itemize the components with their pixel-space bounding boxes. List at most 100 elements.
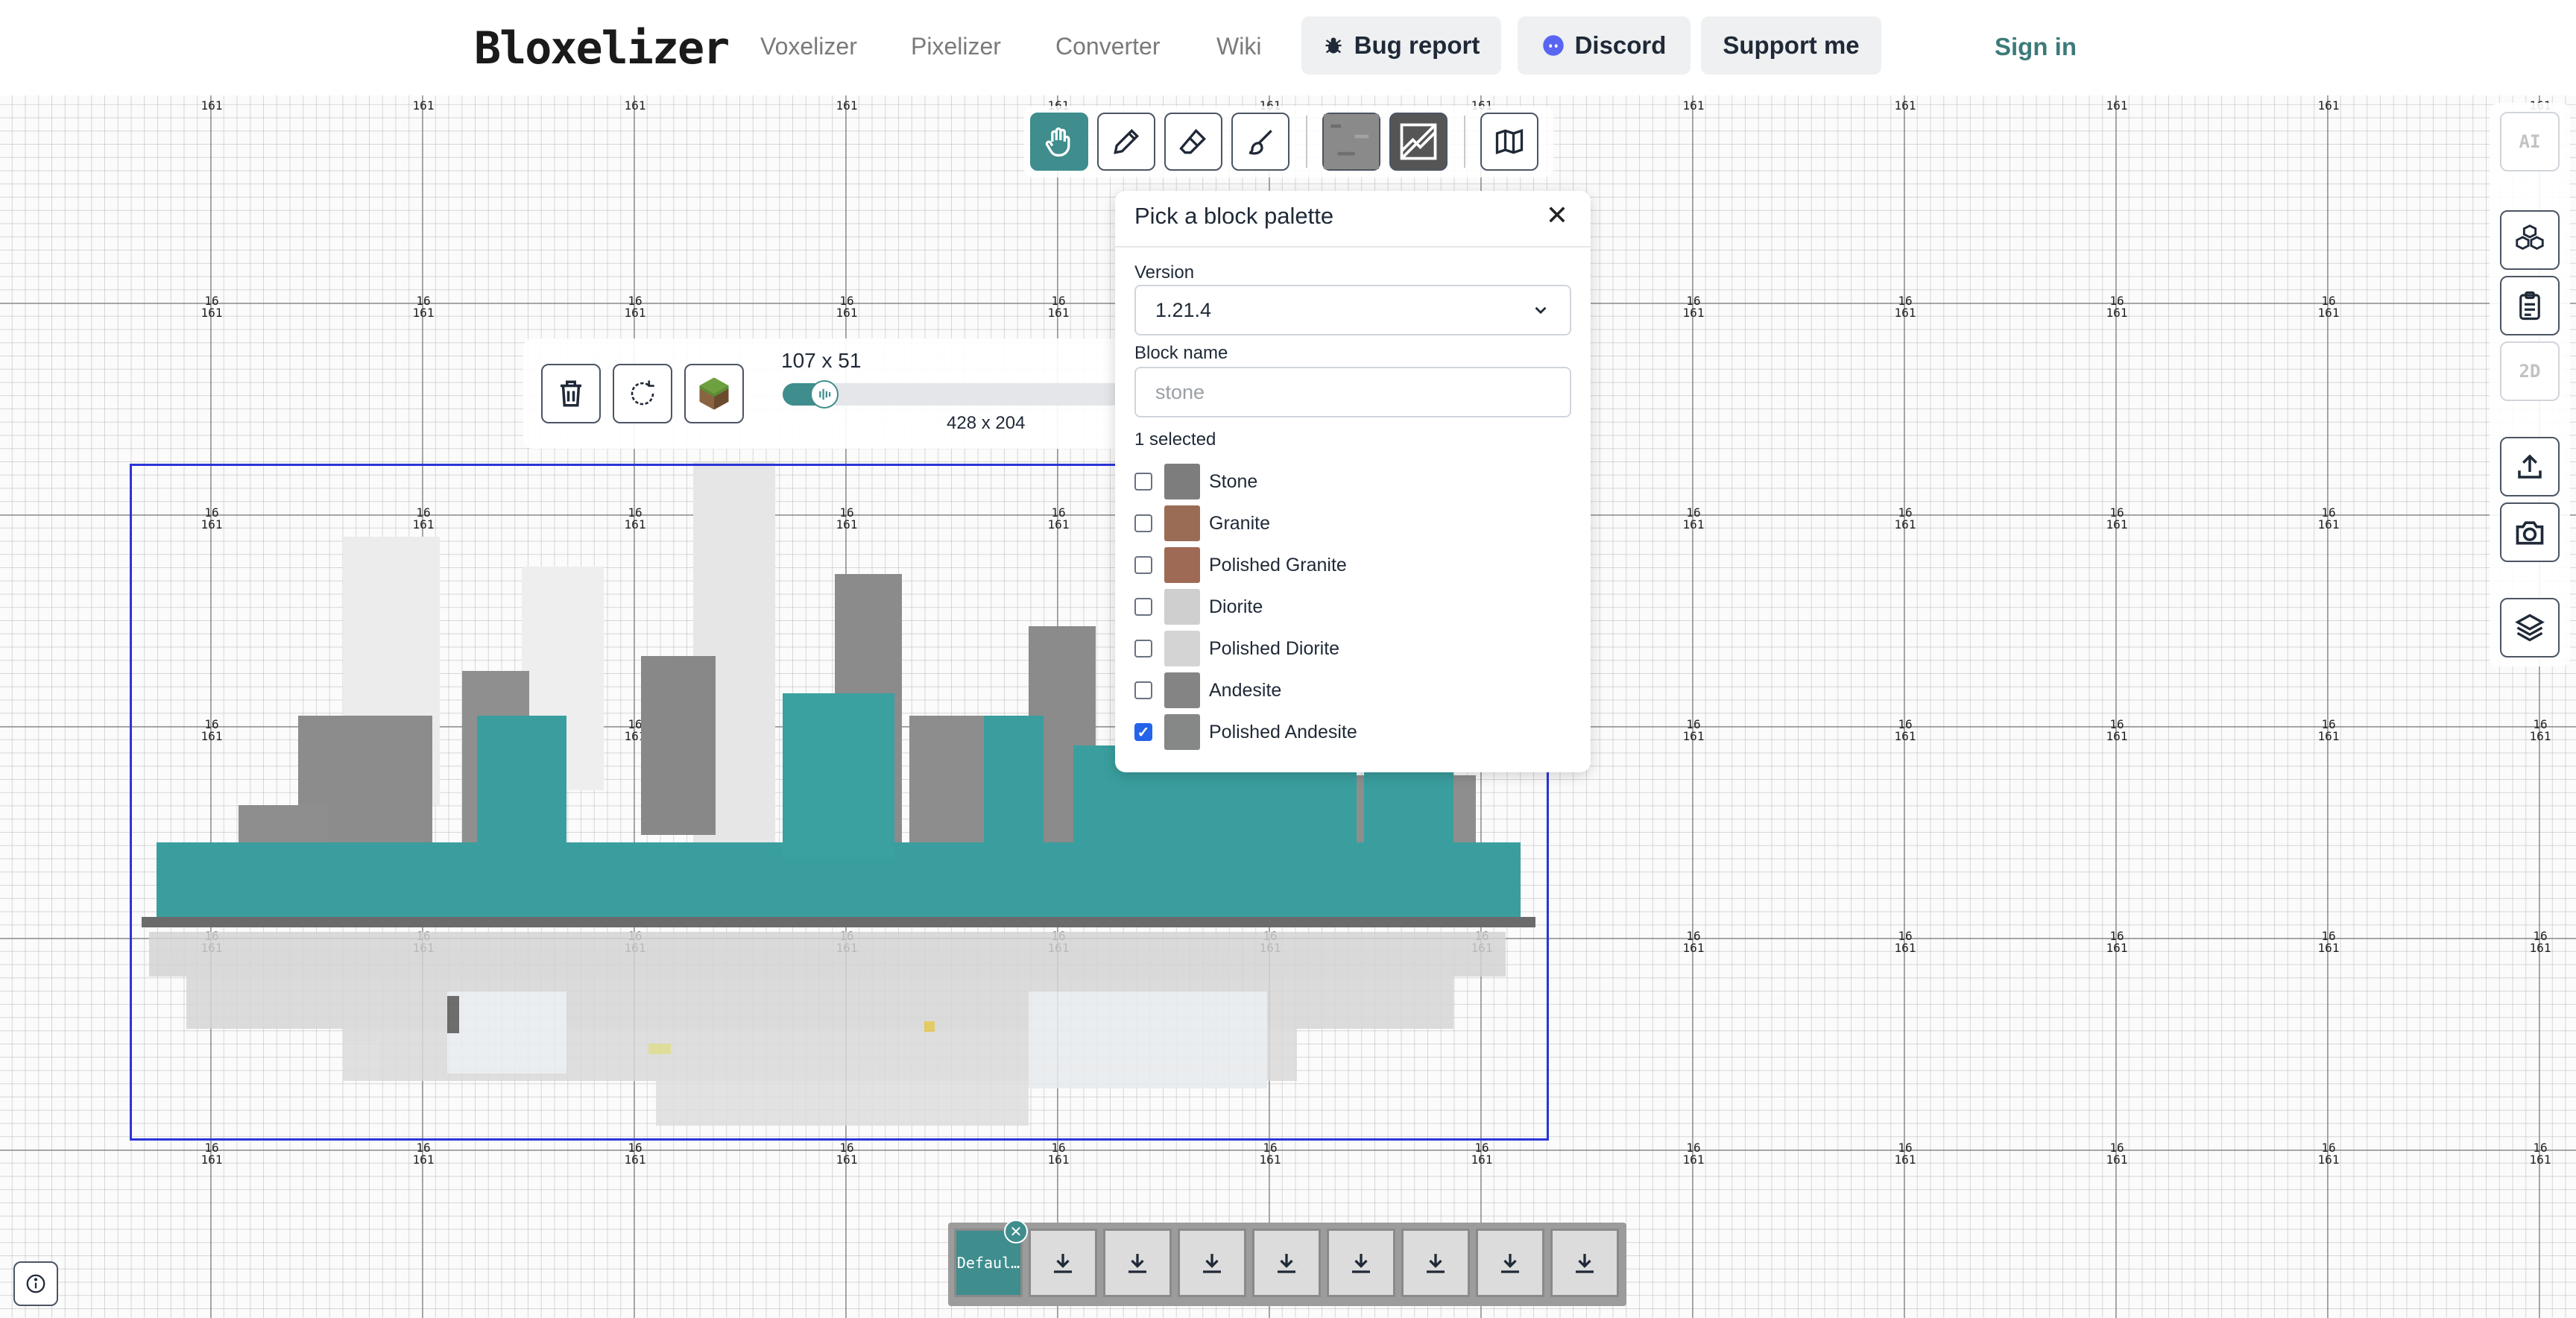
block-swatch	[1164, 631, 1200, 666]
camera-button[interactable]	[2500, 502, 2560, 562]
remove-slot-button[interactable]: ✕	[1004, 1220, 1028, 1243]
dark-texture-button[interactable]	[1389, 113, 1448, 171]
brush-tool-button[interactable]	[1231, 113, 1289, 171]
version-select[interactable]: 1.21.4	[1134, 285, 1571, 335]
download-icon	[1203, 1254, 1221, 1273]
list-item[interactable]: ✓ Polished Andesite	[1134, 713, 1357, 751]
download-slot[interactable]	[1401, 1229, 1470, 1297]
checkbox[interactable]	[1134, 598, 1152, 616]
nav-wiki[interactable]: Wiki	[1216, 33, 1261, 60]
cubes-icon	[2516, 224, 2544, 250]
list-item[interactable]: Polished Diorite	[1134, 629, 1339, 668]
checkbox[interactable]	[1134, 640, 1152, 658]
nav-converter[interactable]: Converter	[1055, 33, 1161, 60]
nav-voxelizer[interactable]: Voxelizer	[760, 33, 857, 60]
block-swatch	[1164, 505, 1200, 541]
block-name-input[interactable]: stone	[1134, 367, 1571, 417]
block-list: Stone Granite Polished Granite Diorite P…	[1134, 462, 1571, 759]
build-dimensions: 107 x 51	[781, 349, 862, 372]
version-label: Version	[1134, 262, 1195, 283]
list-item[interactable]: Polished Granite	[1134, 546, 1347, 584]
stone-texture-button[interactable]	[1322, 113, 1380, 171]
dark-texture-icon	[1400, 123, 1437, 160]
eraser-tool-button[interactable]	[1164, 113, 1222, 171]
download-slot[interactable]	[1103, 1229, 1172, 1297]
discord-icon	[1542, 35, 1564, 56]
version-value: 1.21.4	[1155, 298, 1212, 321]
checkbox[interactable]	[1134, 556, 1152, 574]
info-button[interactable]	[13, 1261, 58, 1306]
download-slot[interactable]	[1252, 1229, 1321, 1297]
block-label: Stone	[1209, 470, 1258, 492]
download-slot[interactable]	[1550, 1229, 1619, 1297]
hand-tool-button[interactable]	[1030, 113, 1088, 171]
palette-title: Pick a block palette	[1134, 203, 1334, 229]
bug-icon	[1325, 37, 1342, 54]
list-item[interactable]: Granite	[1134, 504, 1270, 543]
rotate-icon	[631, 380, 654, 406]
pencil-tool-button[interactable]	[1097, 113, 1155, 171]
stone-texture-icon	[1324, 114, 1379, 169]
grass-block-icon	[699, 377, 729, 410]
cubes-button[interactable]	[2500, 210, 2560, 270]
upload-icon	[2518, 454, 2542, 479]
camera-icon	[2516, 521, 2544, 545]
block-button[interactable]	[684, 364, 744, 423]
map-button[interactable]	[1480, 113, 1538, 171]
view-2d-label: 2D	[2519, 361, 2541, 382]
palette-slots: Defaul…	[948, 1223, 1626, 1306]
chevron-down-icon	[1535, 306, 1547, 315]
nav-pixelizer[interactable]: Pixelizer	[911, 33, 1001, 60]
checkbox[interactable]: ✓	[1134, 723, 1152, 741]
divider	[1115, 246, 1591, 247]
discord-button[interactable]: Discord	[1518, 16, 1690, 75]
block-swatch	[1164, 672, 1200, 708]
toolbar	[1024, 106, 1553, 177]
block-label: Granite	[1209, 512, 1270, 534]
hand-icon	[1045, 127, 1070, 157]
list-item[interactable]: Stone	[1134, 462, 1257, 501]
download-icon	[1278, 1254, 1295, 1273]
download-slot[interactable]	[1029, 1229, 1097, 1297]
close-icon: ✕	[1009, 1223, 1023, 1240]
clipboard-button[interactable]	[2500, 276, 2560, 335]
list-item[interactable]: Andesite	[1134, 671, 1281, 710]
checkbox[interactable]	[1134, 681, 1152, 699]
grip-icon	[819, 388, 831, 400]
download-slot[interactable]	[1178, 1229, 1246, 1297]
bug-report-label: Bug report	[1354, 31, 1480, 59]
block-label: Andesite	[1209, 679, 1282, 701]
sign-in-link[interactable]: Sign in	[1995, 33, 2077, 61]
block-swatch	[1164, 714, 1200, 750]
trash-icon	[561, 380, 581, 407]
scale-slider-thumb[interactable]	[810, 380, 839, 409]
support-button[interactable]: Support me	[1701, 16, 1881, 75]
build-controls: 107 x 51 428 x 204	[523, 338, 1142, 449]
discord-label: Discord	[1574, 31, 1667, 59]
logo[interactable]: Bloxelizer	[474, 22, 730, 75]
download-icon	[1501, 1254, 1519, 1273]
checkbox[interactable]	[1134, 514, 1152, 532]
ai-button[interactable]: AI	[2500, 112, 2560, 171]
toolbar-separator-2	[1464, 116, 1465, 168]
view-2d-button[interactable]: 2D	[2500, 341, 2560, 401]
layers-button[interactable]	[2500, 598, 2560, 658]
upload-button[interactable]	[2500, 437, 2560, 496]
close-palette-button[interactable]: ✕	[1538, 197, 1576, 234]
list-item[interactable]: Diorite	[1134, 587, 1263, 626]
output-dimensions: 428 x 204	[947, 413, 1026, 433]
download-slot[interactable]	[1327, 1229, 1395, 1297]
right-toolbar: AI 2D	[2490, 103, 2570, 666]
rotate-button[interactable]	[613, 364, 672, 423]
download-icon	[1352, 1254, 1370, 1273]
layers-icon	[2515, 614, 2545, 642]
bug-report-button[interactable]: Bug report	[1301, 16, 1501, 75]
download-slot[interactable]	[1476, 1229, 1544, 1297]
checkbox[interactable]	[1134, 473, 1152, 491]
delete-button[interactable]	[541, 364, 601, 423]
download-icon	[1054, 1254, 1072, 1273]
block-palette-panel: Pick a block palette ✕ Version 1.21.4 Bl…	[1115, 191, 1591, 772]
scale-slider[interactable]	[783, 380, 1126, 409]
header: Bloxelizer Voxelizer Pixelizer Converter…	[0, 0, 2576, 95]
block-swatch	[1164, 464, 1200, 499]
